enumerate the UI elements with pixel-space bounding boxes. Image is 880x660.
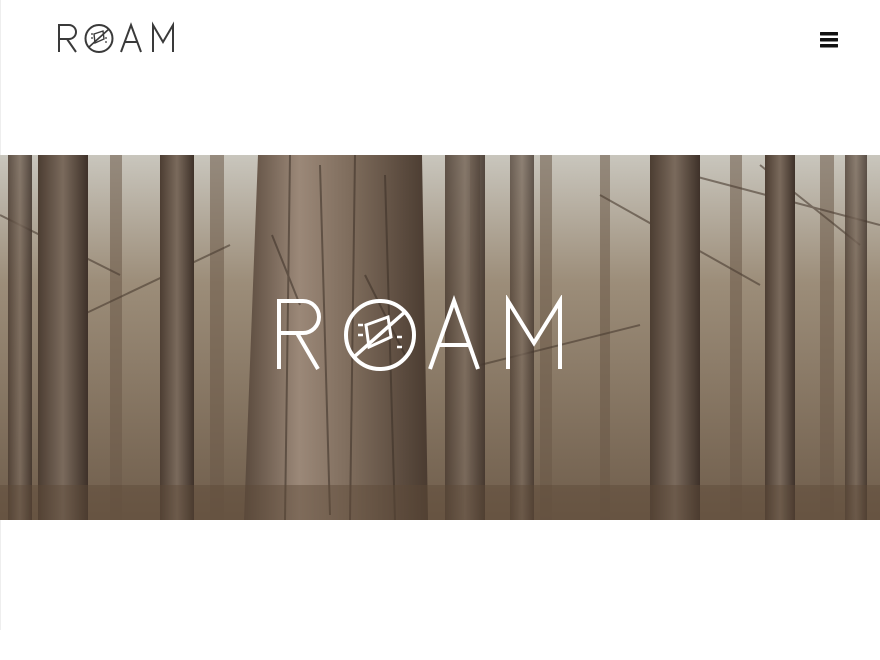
hamburger-menu-icon <box>820 32 838 48</box>
menu-button[interactable] <box>816 28 842 52</box>
roam-logo-large-icon <box>277 293 562 371</box>
site-header: ROAM <box>0 0 880 76</box>
header-logo-link[interactable]: ROAM <box>56 20 180 56</box>
hero-banner: ROAM <box>0 155 880 520</box>
roam-logo-icon <box>58 21 174 53</box>
page: ROAM <box>0 0 880 660</box>
hero-logo: ROAM <box>270 293 582 375</box>
